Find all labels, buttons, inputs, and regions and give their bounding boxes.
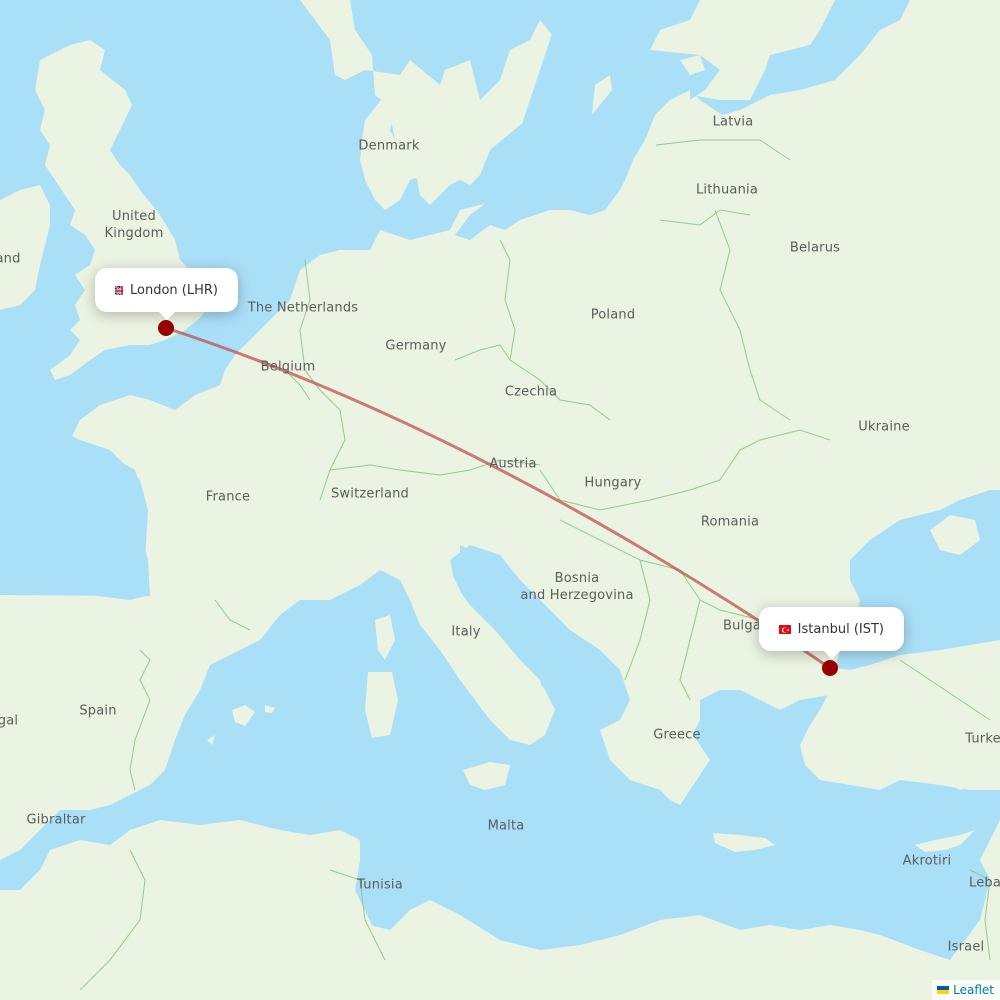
country-label-belgium: Belgium [261,359,316,376]
country-label-text: Belgium [260,359,316,375]
country-label-text: Leba [968,875,1000,891]
country-label-romania: Romania [701,514,759,531]
country-label-portugal: gal [0,713,18,730]
map[interactable]: United Kingdom and Denmark Latvia Lithuania Be… [0,0,1000,1000]
country-label-text: The Netherlands [247,300,359,316]
country-label-ireland: and [0,251,21,268]
country-label-austria: Austria [489,456,536,473]
country-label-bosnia: Bosnia and Herzegovina [520,570,633,604]
origin-popup[interactable]: London (LHR) [95,268,238,320]
country-label-czechia: Czechia [505,384,557,401]
country-label-germany: Germany [385,338,446,355]
leaflet-link[interactable]: Leaflet [953,983,994,997]
country-label-text: Malta [487,818,525,834]
country-label-text: Latvia [712,114,754,130]
country-label-bulgaria: Bulga [723,618,761,635]
country-label-israel: Israel [948,939,985,956]
country-label-text: Ukraine [858,419,910,435]
country-label-italy: Italy [451,624,480,641]
country-label-text: United [112,209,156,224]
country-label-text: Lithuania [695,182,759,198]
country-label-spain: Spain [79,703,116,720]
country-label-text: Spain [79,703,117,719]
country-label-text: Poland [590,307,636,323]
country-label-netherlands: The Netherlands [248,300,359,317]
country-label-gibraltar: Gibraltar [26,812,85,829]
country-label-latvia: Latvia [713,114,754,131]
country-label-text: Kingdom [104,226,164,241]
destination-label: Istanbul (IST) [797,621,884,637]
country-label-text: Czechia [504,384,558,400]
country-label-text: Hungary [584,475,642,491]
country-label-text: Denmark [358,138,420,154]
country-label-greece: Greece [653,727,700,744]
country-label-text: Greece [653,727,701,743]
ukraine-flag-icon [937,986,950,994]
country-label-text: Romania [700,514,760,530]
country-label-akrotiri: Akrotiri [903,853,952,870]
country-label-malta: Malta [488,818,525,835]
destination-marker[interactable] [822,660,838,676]
country-label-belarus: Belarus [790,240,840,257]
country-label-text: and Herzegovina [520,588,634,603]
country-label-turkey: Turke [965,731,1000,748]
country-label-ukraine: Ukraine [858,419,910,436]
tr-flag-icon [779,624,791,634]
country-label-text: Switzerland [330,486,410,502]
origin-marker[interactable] [158,320,174,336]
country-label-hungary: Hungary [585,475,642,492]
country-label-text: and [0,251,21,267]
country-label-text: Germany [385,338,447,354]
route-layer [158,320,838,676]
country-label-tunisia: Tunisia [357,877,403,894]
country-label-denmark: Denmark [358,138,419,155]
gb-flag-icon [115,285,124,295]
country-label-poland: Poland [591,307,636,324]
country-label-france: France [206,489,250,506]
country-label-switzerland: Switzerland [331,486,409,503]
country-label-text: gal [0,713,19,729]
country-label-text: Austria [489,456,537,472]
attribution: Leaflet [932,980,1000,1000]
country-label-text: Italy [451,624,481,640]
country-label-text: Tunisia [357,877,403,893]
country-label-text: Akrotiri [902,853,952,869]
country-label-united-kingdom: United Kingdom [105,208,164,242]
origin-label: London (LHR) [130,282,218,298]
country-label-text: Gibraltar [26,812,86,828]
country-label-text: Bulga [723,618,761,634]
country-label-lithuania: Lithuania [696,182,758,199]
country-label-text: Israel [947,939,985,955]
country-label-text: Bosnia [554,571,600,586]
country-label-lebanon: Leba [969,875,1000,892]
country-label-text: Belarus [789,240,841,256]
destination-popup[interactable]: Istanbul (IST) [759,607,904,659]
country-label-text: Turke [965,731,1000,747]
country-label-text: France [205,489,251,505]
